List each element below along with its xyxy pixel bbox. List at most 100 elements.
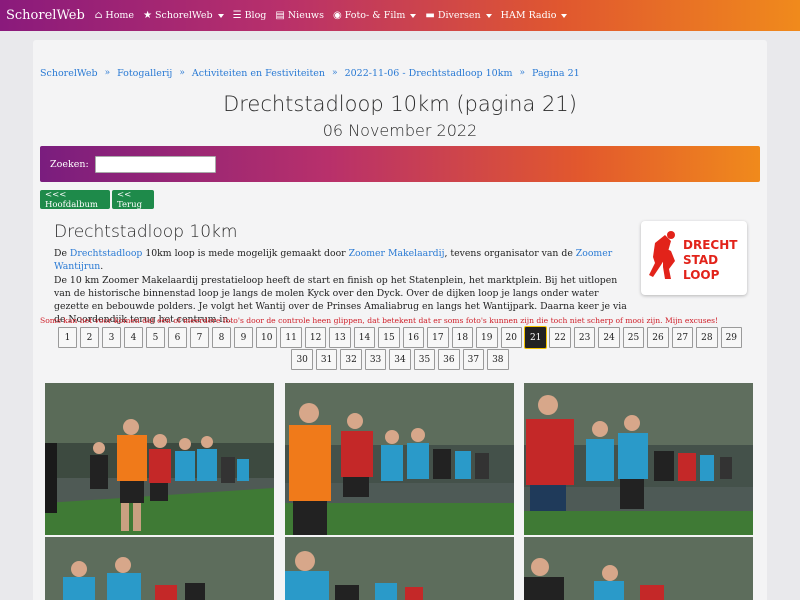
- warning-text: Soms kan het voor komen dat één of meerd…: [40, 316, 719, 325]
- page-button[interactable]: 7: [189, 327, 209, 348]
- page-button[interactable]: 16: [402, 327, 425, 348]
- search-input[interactable]: [94, 155, 216, 173]
- photo-thumbnail-2[interactable]: [285, 383, 514, 535]
- nav-item-nieuws[interactable]: ▤ Nieuws: [275, 10, 324, 21]
- breadcrumb: SchorelWeb » Fotogallerij » Activiteiten en …: [40, 68, 580, 79]
- page-button[interactable]: 37: [462, 349, 485, 370]
- page-button[interactable]: 23: [573, 327, 596, 348]
- pagination-row-1: 1 2 3 4 5 6 7 8 9 10 11 12 13 14 15 16 17 18 19 20 21 22 23 24 2…: [48, 327, 752, 348]
- photo-thumbnail-6[interactable]: [524, 537, 753, 600]
- home-icon: ⌂: [94, 9, 103, 21]
- intro-text-3: , tevens organisator van de: [444, 248, 576, 259]
- page-button[interactable]: 35: [413, 349, 436, 370]
- page-button[interactable]: 22: [549, 327, 571, 348]
- page-button[interactable]: 10: [255, 327, 278, 348]
- page-button[interactable]: 8: [211, 327, 231, 348]
- caret-down-icon: [217, 13, 224, 18]
- folder-icon: ▬: [425, 9, 435, 21]
- page-button[interactable]: 27: [671, 327, 694, 348]
- breadcrumb-item[interactable]: 2022-11-06 - Drechtstadloop 10km: [345, 68, 513, 79]
- page-button[interactable]: 5: [145, 327, 165, 348]
- page-button[interactable]: 18: [451, 327, 474, 348]
- page-button[interactable]: 36: [438, 349, 460, 370]
- caret-down-icon: [485, 13, 492, 18]
- photo-thumbnail-3[interactable]: [524, 383, 753, 535]
- nav-item-label: Nieuws: [287, 10, 324, 21]
- nav-item-diversen[interactable]: ▬ Diversen: [425, 9, 492, 21]
- breadcrumb-item[interactable]: Fotogallerij: [117, 68, 172, 79]
- page-button[interactable]: 34: [389, 349, 411, 370]
- page-button[interactable]: 38: [487, 349, 509, 370]
- page-button[interactable]: 2: [79, 327, 99, 348]
- intro-text-1: De: [54, 248, 70, 259]
- nav-item-label: Diversen: [437, 10, 481, 21]
- nav-item-schorelweb[interactable]: ★ SchorelWeb: [143, 10, 224, 21]
- page-button[interactable]: 14: [353, 327, 376, 348]
- breadcrumb-item[interactable]: Activiteiten en Festiviteiten: [192, 68, 325, 79]
- breadcrumb-item[interactable]: SchorelWeb: [40, 68, 98, 79]
- page-button[interactable]: 19: [476, 327, 498, 348]
- page-button[interactable]: 31: [315, 349, 338, 370]
- runner-logo-icon: [649, 231, 675, 279]
- rss-icon: ☰: [232, 9, 242, 21]
- page-button[interactable]: 32: [340, 349, 362, 370]
- newspaper-icon: ▤: [275, 9, 285, 21]
- page-button[interactable]: 30: [291, 349, 313, 370]
- zoomer-makelaardij-link[interactable]: Zoomer Makelaardij: [349, 248, 445, 259]
- page-date: 06 November 2022: [322, 121, 478, 140]
- drechtstadloop-logo[interactable]: DRECHT STAD LOOP: [641, 221, 747, 295]
- page-button[interactable]: 20: [500, 327, 522, 348]
- page-button[interactable]: 26: [647, 327, 669, 348]
- page-button[interactable]: 24: [598, 327, 620, 348]
- camera-icon: ◉: [332, 9, 342, 21]
- nav-item-label: HAM Radio: [500, 10, 557, 21]
- page-button-current[interactable]: 21: [524, 327, 547, 348]
- breadcrumb-item[interactable]: Pagina 21: [532, 68, 580, 79]
- breadcrumb-separator: »: [519, 68, 526, 78]
- caret-down-icon: [561, 13, 568, 18]
- nav-item-label: Blog: [244, 10, 267, 21]
- intro-text-2: 10km loop is mede mogelijk gemaakt door: [142, 248, 349, 259]
- page-button[interactable]: 15: [378, 327, 400, 348]
- breadcrumb-separator: »: [332, 68, 338, 78]
- pagination-row-2: 30 31 32 33 34 35 36 37 38: [48, 349, 752, 370]
- breadcrumb-separator: »: [104, 68, 111, 78]
- page-button[interactable]: 1: [57, 327, 77, 348]
- intro-text-4: .: [100, 261, 104, 272]
- star-icon: ★: [143, 9, 153, 21]
- logo-line-3: LOOP: [683, 268, 720, 282]
- caret-down-icon: [410, 13, 417, 18]
- page-button[interactable]: 17: [427, 327, 449, 348]
- album-title: Drechtstadloop 10km: [54, 222, 238, 242]
- page-button[interactable]: 9: [233, 327, 253, 348]
- page-button[interactable]: 3: [101, 327, 121, 348]
- logo-line-2: STAD: [683, 253, 718, 267]
- search-bar: Zoeken:: [40, 146, 760, 182]
- photo-thumbnail-1[interactable]: [45, 383, 274, 535]
- photo-thumbnail-4[interactable]: [45, 537, 274, 600]
- page-button[interactable]: 28: [696, 327, 718, 348]
- nav-item-label: Home: [105, 10, 135, 21]
- page-button[interactable]: 12: [304, 327, 327, 348]
- nav-item-ham-radio[interactable]: HAM Radio: [501, 10, 568, 21]
- nav-item-foto-film[interactable]: ◉ Foto- & Film: [332, 9, 417, 21]
- page-button[interactable]: 6: [167, 327, 187, 348]
- nav-item-label: SchorelWeb: [155, 10, 213, 21]
- top-navbar: SchorelWeb ⌂ Home ★ SchorelWeb ☰ Blog ▤ Nieuws ◉…: [0, 0, 800, 31]
- photo-thumbnail-5[interactable]: [285, 537, 514, 600]
- page-button[interactable]: 4: [123, 327, 143, 348]
- page-button[interactable]: 11: [280, 327, 302, 348]
- album-description-intro: De Drechtstadloop 10km loop is mede moge…: [54, 247, 634, 273]
- page-button[interactable]: 25: [622, 327, 645, 348]
- brand-link[interactable]: SchorelWeb: [6, 8, 85, 23]
- home-album-button[interactable]: <<< Hoofdalbum: [40, 190, 110, 210]
- logo-line-1: DRECHT: [683, 238, 738, 252]
- nav-item-home[interactable]: ⌂ Home: [95, 10, 134, 21]
- page-button[interactable]: 33: [364, 349, 387, 370]
- breadcrumb-separator: »: [179, 68, 185, 78]
- nav-item-blog[interactable]: ☰ Blog: [233, 10, 267, 21]
- back-button[interactable]: << Terug: [112, 190, 154, 210]
- page-button[interactable]: 29: [720, 327, 743, 348]
- drechtstadloop-link[interactable]: Drechtstadloop: [70, 248, 142, 259]
- page-button[interactable]: 13: [329, 327, 351, 348]
